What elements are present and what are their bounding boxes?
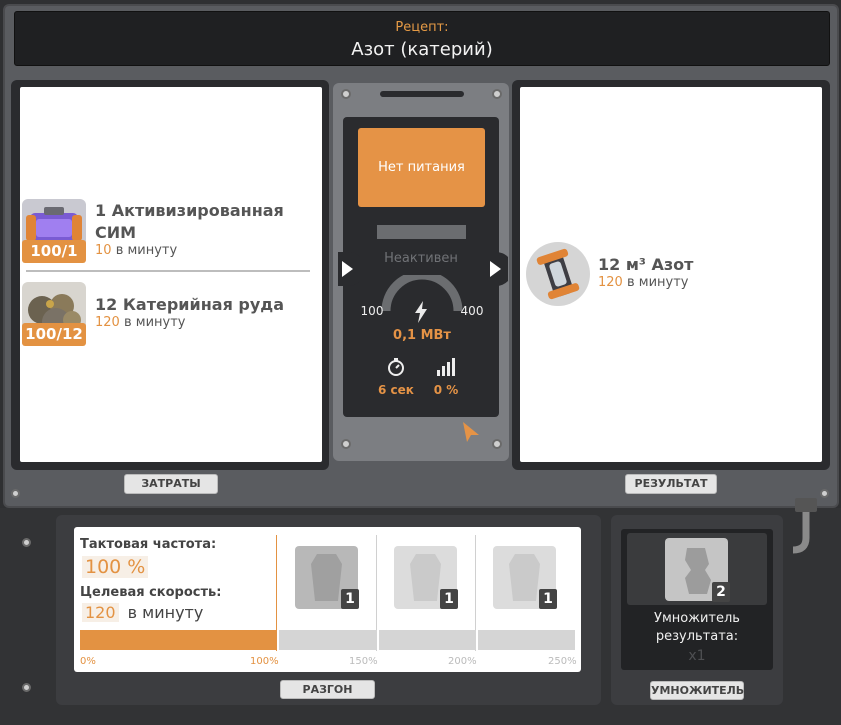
input-2-badge: 100/12 (22, 323, 86, 346)
tab-inputs[interactable]: ЗАТРАТЫ (124, 474, 218, 494)
target-rate-value: 120 (82, 603, 119, 622)
output-rate-unit: в минуту (626, 275, 689, 290)
input-2-title: 12 Катерийная руда (95, 295, 285, 314)
progress-bar (377, 225, 466, 239)
shard-slot-1-count: 1 (341, 589, 359, 609)
input-2-rate-value: 120 (95, 315, 120, 330)
input-2-rate: 120 в минуту (95, 315, 185, 330)
shard-slot-2-count: 1 (440, 589, 458, 609)
recipe-name: Азот (катерий) (351, 39, 493, 60)
multiplier-value: x1 (688, 648, 706, 664)
vent-slot (380, 91, 464, 97)
tick-100: 100% (250, 656, 279, 667)
screw-icon (11, 489, 20, 498)
input-1-rate: 10 в минуту (95, 243, 177, 258)
input-2-rate-unit: в минуту (123, 315, 186, 330)
cursor-icon (462, 421, 480, 443)
tick-150: 150% (349, 656, 378, 667)
tick-200: 200% (448, 656, 477, 667)
target-rate: 120 в минуту (82, 603, 203, 622)
output-title: 12 м³ Азот (598, 255, 694, 274)
screw-icon (492, 89, 502, 99)
shard-slot-1[interactable]: 1 (295, 546, 359, 609)
multiplier-slot-count: 2 (712, 582, 730, 602)
lightning-icon (414, 301, 428, 323)
recipe-header: Рецепт: Азот (катерий) (14, 11, 830, 66)
input-1-title: 1 Активизированная СИМ (95, 201, 284, 242)
tick-250: 250% (548, 656, 577, 667)
screw-icon (22, 683, 31, 692)
overclock-slider[interactable] (80, 630, 575, 650)
productivity-icon (436, 358, 456, 376)
shard-slot-3-count: 1 (539, 589, 557, 609)
screw-icon (341, 89, 351, 99)
input-1-rate-unit: в минуту (115, 243, 178, 258)
input-1-rate-value: 10 (95, 243, 112, 258)
divider (26, 270, 310, 272)
cycle-time: 6 сек (378, 383, 414, 397)
slider-divider (377, 630, 379, 650)
screw-icon (341, 439, 351, 449)
tab-output[interactable]: РЕЗУЛЬТАТ (625, 474, 717, 494)
power-consumption: 0,1 МВт (393, 328, 451, 343)
stopwatch-icon (387, 358, 405, 376)
shard-slot-3[interactable]: 1 (493, 546, 557, 609)
machine-state: Неактивен (384, 251, 458, 266)
multiplier-label: Умножитель результата: (654, 611, 740, 644)
output-list: 12 м³ Азот 120 в минуту (520, 87, 822, 462)
input-1-badge: 100/1 (22, 240, 86, 263)
clock-speed-input[interactable]: 100 % (82, 556, 149, 578)
productivity: 0 % (433, 383, 459, 397)
tab-overclock[interactable]: РАЗГОН (280, 680, 375, 699)
clock-speed-label: Тактовая частота: (80, 537, 217, 552)
screw-icon (492, 439, 502, 449)
overclock-slider-fill (80, 630, 277, 650)
target-rate-unit: в минуту (127, 603, 204, 622)
pipe-icon (792, 498, 819, 560)
gauge-min: 100 (360, 304, 384, 318)
play-icon (486, 252, 513, 286)
power-status-button[interactable]: Нет питания (358, 128, 485, 207)
shard-slot-2[interactable]: 1 (394, 546, 458, 609)
play-icon (338, 252, 365, 286)
screw-icon (22, 538, 31, 547)
recipe-label: Рецепт: (395, 20, 449, 35)
inputs-list: 100/1 1 Активизированная СИМ 10 в минуту… (20, 87, 322, 462)
slider-divider (476, 630, 478, 650)
gauge-max: 400 (460, 304, 484, 318)
target-rate-label: Целевая скорость: (80, 585, 222, 600)
tick-0: 0% (80, 656, 96, 667)
nitrogen-canister-icon[interactable] (526, 242, 590, 306)
slider-divider (277, 630, 279, 650)
output-rate-value: 120 (598, 275, 623, 290)
screw-icon (820, 489, 829, 498)
tab-multiplier[interactable]: УМНОЖИТЕЛЬ (650, 681, 744, 700)
multiplier-slot[interactable]: 2 (665, 538, 730, 602)
output-rate: 120 в минуту (598, 275, 688, 290)
